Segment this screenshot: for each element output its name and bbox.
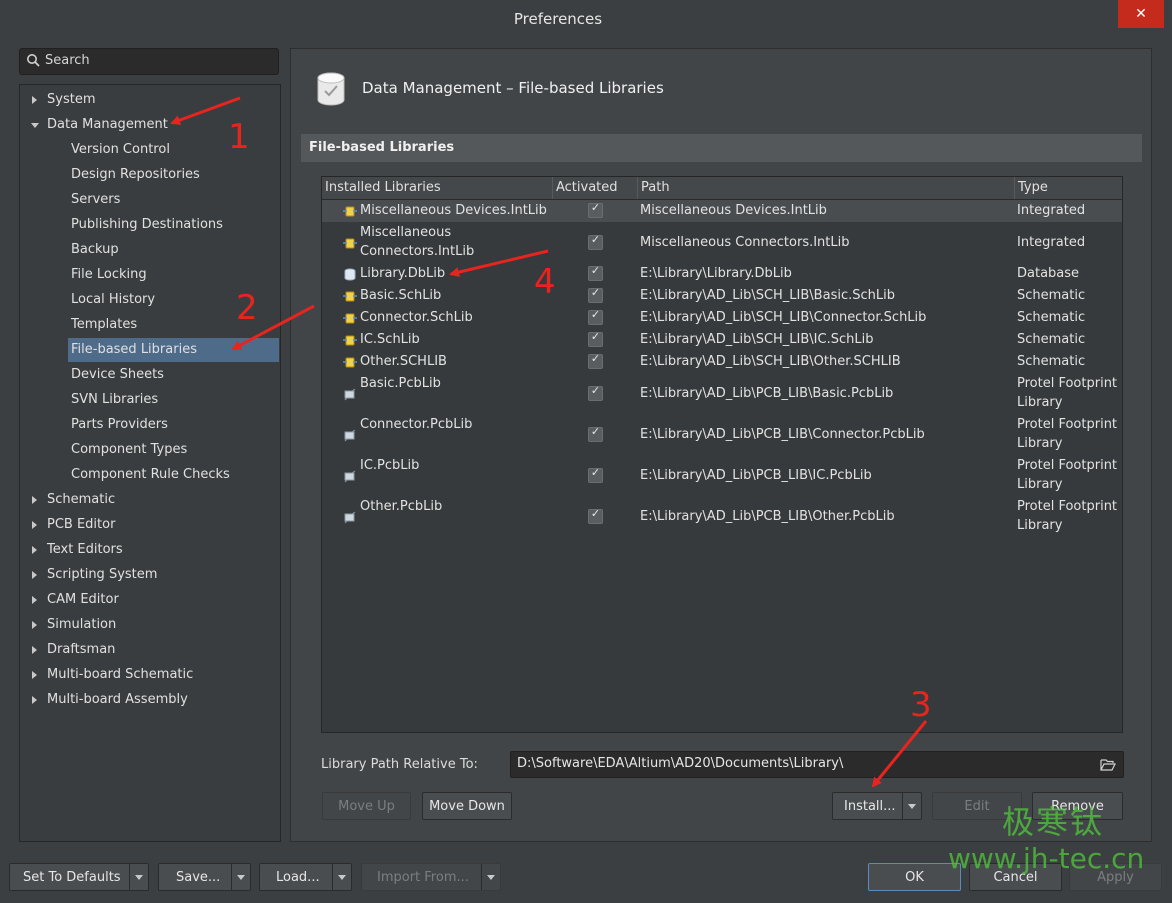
annotation-number-1: 1 xyxy=(228,117,250,157)
annotation-arrow-3 xyxy=(871,720,928,788)
annotation-number-2: 2 xyxy=(236,288,258,328)
watermark-url: www.jh-tec.cn xyxy=(948,842,1145,875)
annotation-number-4: 4 xyxy=(534,262,556,302)
watermark-chinese: 极寒钛 xyxy=(1002,803,1105,841)
annotation-arrows xyxy=(170,96,928,788)
annotation-number-3: 3 xyxy=(910,685,932,725)
